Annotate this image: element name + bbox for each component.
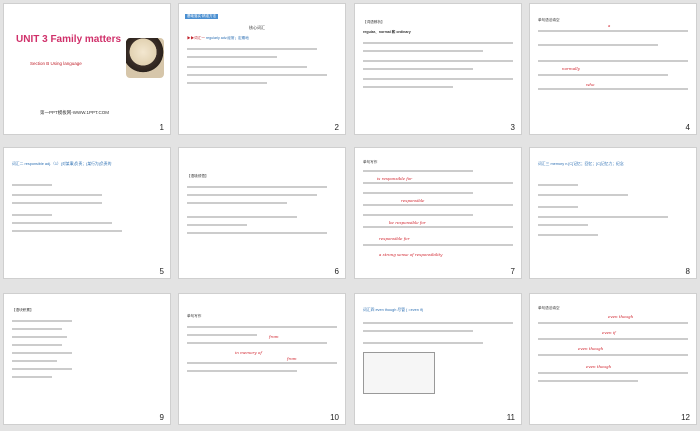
handwritten-answer: even though	[608, 314, 634, 319]
slide-number: 6	[334, 267, 339, 276]
slide-title: UNIT 3 Family matters	[16, 34, 122, 45]
slide-heading: 单句语法填空	[538, 18, 560, 22]
slide-heading: 单句语法填空	[538, 306, 560, 310]
slide-heading: 词汇三 memory n.[C]记忆；回忆；[C]记忆力；纪念	[538, 162, 624, 166]
handwritten-answer: even if	[602, 330, 616, 335]
slide-line: regular、normal 和 ordinary	[363, 30, 411, 34]
slide-heading: 单句写作	[363, 160, 378, 164]
slide-header-decoration	[359, 151, 419, 157]
slide-header-decoration	[8, 151, 68, 157]
slide-header-decoration	[183, 151, 243, 157]
slide-number: 7	[510, 267, 515, 276]
slide-heading: 词汇四 even though 尽管 ( =even if)	[363, 308, 424, 312]
slide-number: 12	[681, 413, 690, 422]
slide-thumbnail-4[interactable]: 单句语法填空 a normally who 4	[529, 3, 697, 135]
slide-thumbnail-7[interactable]: 单句写作 is responsible for responsible be r…	[354, 147, 522, 279]
slide-thumbnail-11[interactable]: 词汇四 even though 尽管 ( =even if) 11	[354, 293, 522, 425]
slide-footer: 第一PPT模板网-WWW.1PPT.COM	[40, 110, 109, 115]
slide-header-decoration	[359, 7, 419, 13]
slide-number: 9	[159, 413, 164, 422]
slide-heading: 核心词汇	[249, 25, 265, 30]
handwritten-answer: is responsible for	[377, 176, 413, 181]
slide-header-decoration	[8, 297, 68, 303]
slide-thumbnail-8[interactable]: 词汇三 memory n.[C]记忆；回忆；[C]记忆力；纪念 8	[529, 147, 697, 279]
slide-number: 4	[685, 123, 690, 132]
slide-heading: 词汇二 responsible adj.（1）(对某事)负责；(某行为)负责的	[12, 162, 112, 166]
vocab-word: regularly adv.经常；定期地	[205, 36, 249, 40]
slide-number: 2	[334, 123, 339, 132]
slide-header-decoration	[359, 297, 419, 303]
slide-subtitle: Section B Using language	[30, 61, 82, 66]
handwritten-answer: a	[608, 23, 611, 28]
slide-header-decoration	[534, 7, 594, 13]
slide-thumbnail-1[interactable]: UNIT 3 Family matters Section B Using la…	[3, 3, 171, 135]
slide-thumbnail-12[interactable]: 单句语法填空 even though even if even though e…	[529, 293, 697, 425]
slide-number: 8	[685, 267, 690, 276]
handwritten-answer: in memory of	[235, 350, 262, 355]
handwritten-answer: responsible for	[379, 236, 410, 241]
handwritten-answer: from	[269, 334, 279, 339]
slide-heading: 【词语辨析】	[363, 20, 385, 24]
slide-header-decoration	[183, 7, 243, 13]
slide-thumbnail-3[interactable]: 【词语辨析】 regular、normal 和 ordinary 3	[354, 3, 522, 135]
slide-header-decoration	[183, 297, 243, 303]
cartoon-image	[126, 38, 164, 78]
slide-heading: 【语块积累】	[12, 308, 34, 312]
slide-thumbnail-2[interactable]: 基础落实·精准方法 核心词汇 ▶▶词汇一 regularly adv.经常；定期…	[178, 3, 346, 135]
slide-number: 11	[506, 413, 515, 422]
comparison-table	[363, 352, 435, 394]
slide-thumbnail-9[interactable]: 【语块积累】 9	[3, 293, 171, 425]
slide-thumbnail-6[interactable]: 【语境领悟】 6	[178, 147, 346, 279]
slide-number: 10	[330, 413, 339, 422]
handwritten-answer: even though	[578, 346, 604, 351]
vocab-marker: ▶▶词汇一	[187, 36, 205, 40]
slide-number: 1	[159, 123, 164, 132]
handwritten-answer: be responsible for	[389, 220, 426, 225]
vocab-line: ▶▶词汇一 regularly adv.经常；定期地	[187, 36, 249, 40]
handwritten-answer: who	[586, 82, 595, 87]
section-tag: 基础落实·精准方法	[185, 14, 219, 19]
slide-header-decoration	[534, 151, 594, 157]
handwritten-answer: from	[287, 356, 297, 361]
slide-thumbnail-5[interactable]: 词汇二 responsible adj.（1）(对某事)负责；(某行为)负责的 …	[3, 147, 171, 279]
slide-header-decoration	[534, 297, 594, 303]
slide-heading: 【语境领悟】	[187, 174, 209, 178]
handwritten-answer: a strong sense of responsibility	[379, 252, 443, 257]
slide-heading: 单句写作	[187, 314, 202, 318]
slide-thumbnail-10[interactable]: 单句写作 from in memory of from 10	[178, 293, 346, 425]
slide-number: 3	[510, 123, 515, 132]
handwritten-answer: normally	[562, 66, 580, 71]
handwritten-answer: even though	[586, 364, 612, 369]
slide-number: 5	[159, 267, 164, 276]
handwritten-answer: responsible	[401, 198, 425, 203]
